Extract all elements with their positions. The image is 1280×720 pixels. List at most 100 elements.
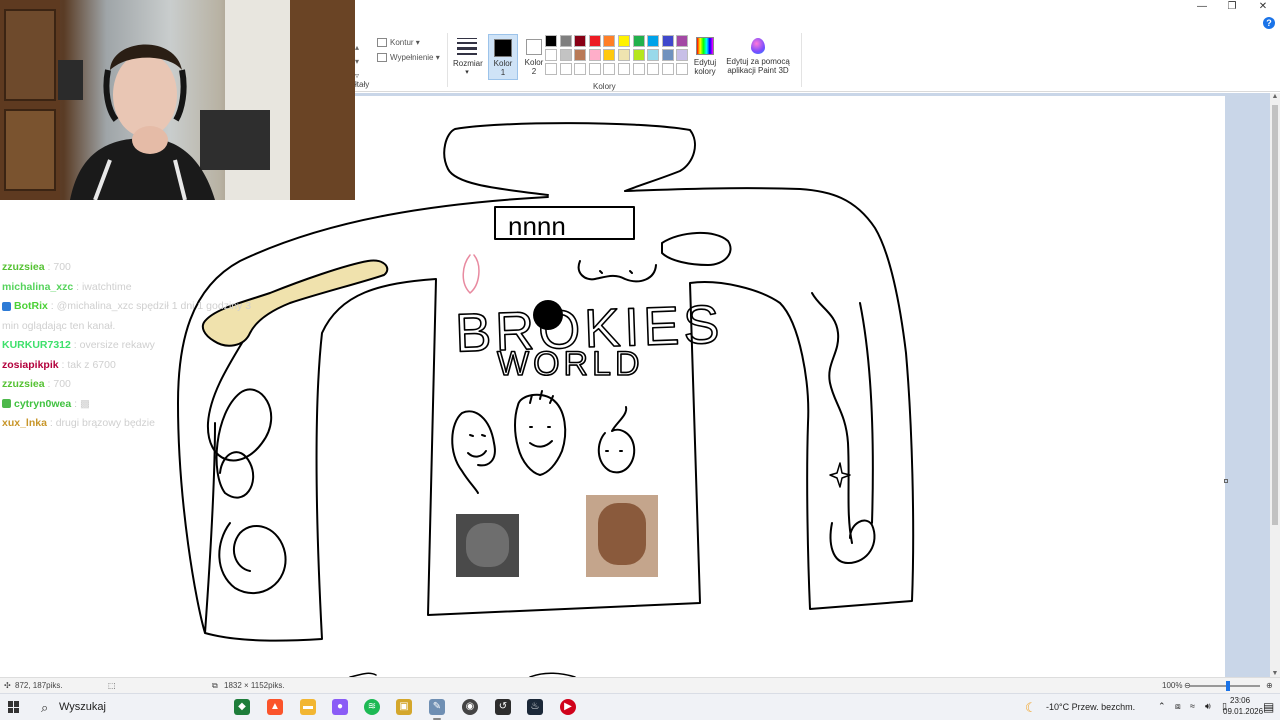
shape-scroll-arrows[interactable]: ▴ ▾ ▿ — [355, 41, 359, 83]
left-sleeve-swirl-2 — [218, 522, 287, 594]
weather-text[interactable]: -10°C Przew. bezchm. — [1046, 702, 1135, 712]
ribbon: Kontur ▾ Wypełnienie ▾ ▴ ▾ ▿ łtały Rozmiar… — [355, 30, 1280, 92]
chat-username[interactable]: zzuzsiea — [2, 378, 45, 390]
palette-color-swatch[interactable] — [676, 35, 689, 47]
zoom-in-icon[interactable]: ⊕ — [1266, 681, 1273, 690]
palette-color-swatch[interactable] — [603, 49, 616, 61]
close-button[interactable]: ✕ — [1248, 0, 1278, 14]
palette-color-swatch[interactable] — [676, 63, 689, 75]
palette-color-swatch[interactable] — [603, 35, 616, 47]
messenger-icon[interactable]: ● — [332, 699, 348, 715]
palette-color-swatch[interactable] — [588, 63, 601, 75]
app-icon-2[interactable]: ↺ — [495, 699, 511, 715]
edit-with-paint3d-button[interactable]: Edytuj za pomocą aplikacji Paint 3D — [723, 35, 793, 83]
size-button[interactable]: Rozmiar ▾ — [453, 35, 483, 83]
restore-button[interactable]: ❐ — [1217, 0, 1247, 14]
palette-color-swatch[interactable] — [588, 35, 601, 47]
palette-color-swatch[interactable] — [574, 63, 587, 75]
wifi-icon[interactable]: ≈ — [1190, 701, 1195, 711]
palette-color-swatch[interactable] — [588, 49, 601, 61]
volume-icon[interactable]: 🔊︎ — [1205, 701, 1211, 712]
scrollbar-thumb[interactable] — [1272, 105, 1278, 525]
chat-username[interactable]: cytryn0wea — [14, 398, 71, 410]
clock-date[interactable]: 09.01.2026 — [1223, 707, 1263, 716]
paint-app-icon[interactable]: ✎ — [429, 699, 445, 720]
palette-color-swatch[interactable] — [618, 63, 630, 75]
outline-dropdown[interactable]: Kontur ▾ — [377, 38, 420, 48]
chat-text: @michalina_xzc spędził 1 dni 1 godziny 3 — [56, 300, 252, 312]
chat-separator: : — [73, 280, 82, 293]
palette-color-swatch[interactable] — [559, 35, 572, 47]
palette-color-swatch[interactable] — [545, 63, 557, 75]
color-1-swatch — [494, 39, 512, 57]
app-icon[interactable]: ▣ — [396, 699, 412, 715]
brave-browser-icon[interactable]: ▲ — [267, 699, 283, 715]
spotify-icon[interactable]: ≋ — [364, 699, 380, 715]
edit-colors-button[interactable]: Edytuj kolory — [692, 35, 718, 83]
zoom-slider[interactable] — [1190, 681, 1260, 691]
palette-color-swatch[interactable] — [559, 63, 572, 75]
chat-text: oversize rekawy — [79, 339, 155, 351]
chat-separator: : — [70, 339, 80, 351]
palette-color-swatch[interactable] — [618, 49, 630, 61]
brand-dot — [533, 300, 563, 330]
divider — [801, 33, 802, 87]
weather-icon[interactable]: ☾ — [1025, 700, 1037, 716]
steam-icon[interactable]: ♨ — [527, 699, 543, 715]
pink-doodle — [462, 254, 480, 294]
system-tray: ☾ -10°C Przew. bezchm. ⌃ ⧈ ≈ 🔊︎ ▯ 23:06 … — [1020, 694, 1280, 720]
tray-overflow-icon[interactable]: ⌃ — [1158, 701, 1166, 712]
palette-color-swatch[interactable] — [661, 63, 674, 75]
taskbar-search[interactable]: ⌕ Wyszukaj — [35, 697, 215, 718]
chat-text: tak z 6700 — [67, 358, 116, 371]
chat-username[interactable]: xux_lnka — [2, 417, 47, 429]
color-2-button[interactable]: Kolor 2 — [520, 34, 548, 80]
file-explorer-icon[interactable]: ▬ — [300, 699, 316, 715]
scroll-down-icon[interactable]: ▼ — [1270, 670, 1280, 677]
palette-color-swatch[interactable] — [574, 49, 587, 61]
chat-username[interactable]: michalina_xzc — [2, 281, 73, 293]
palette-color-swatch[interactable] — [647, 63, 660, 75]
palette-color-swatch[interactable] — [574, 35, 587, 47]
scroll-up-icon[interactable]: ▲ — [1270, 93, 1280, 100]
chat-username[interactable]: zzuzsiea — [2, 261, 45, 273]
notifications-icon[interactable]: ▤ — [1263, 700, 1274, 714]
chat-username[interactable]: zosiapikpik — [2, 359, 59, 371]
chat-username[interactable]: KURKUR7312 — [2, 339, 71, 351]
palette-color-swatch[interactable] — [618, 35, 630, 47]
image-size-icon: ⧉ — [212, 681, 218, 690]
youtube-icon[interactable]: ▶ — [560, 699, 576, 715]
palette-color-swatch[interactable] — [603, 63, 616, 75]
top-face-doodle — [577, 260, 657, 283]
color-1-button[interactable]: Kolor 1 — [488, 34, 518, 80]
palette-color-swatch[interactable] — [545, 49, 557, 61]
palette-color-swatch[interactable] — [632, 49, 645, 61]
color-2-swatch — [526, 39, 542, 55]
chat-message: zzuzsiea : 700 — [2, 375, 302, 395]
windows-start-icon[interactable] — [8, 701, 20, 713]
clock-time[interactable]: 23:06 — [1230, 696, 1250, 705]
chat-message: min oglądając ten kanał. — [2, 317, 302, 337]
canvas-resize-handle[interactable] — [1224, 479, 1228, 483]
palette-color-swatch[interactable] — [661, 35, 674, 47]
image-size: 1832 × 1152piks. — [224, 681, 285, 690]
palette-color-swatch[interactable] — [647, 35, 660, 47]
palette-color-swatch[interactable] — [632, 35, 645, 47]
palette-color-swatch[interactable] — [661, 49, 674, 61]
palette-color-swatch[interactable] — [559, 49, 572, 61]
fill-dropdown[interactable]: Wypełnienie ▾ — [377, 53, 440, 63]
zoom-slider-knob[interactable] — [1226, 681, 1231, 691]
palette-color-swatch[interactable] — [676, 49, 689, 61]
minimize-button[interactable]: — — [1187, 0, 1217, 14]
selection-icon: ⬚ — [108, 681, 116, 690]
vertical-scrollbar[interactable]: ▲ ▼ — [1270, 93, 1280, 677]
obs-icon[interactable]: ◉ — [462, 699, 478, 715]
vpn-app-icon[interactable]: ◆ — [234, 699, 250, 715]
chat-username[interactable]: BotRix — [14, 300, 48, 312]
palette-color-swatch[interactable] — [647, 49, 660, 61]
brand-line-2: WORLD — [497, 345, 644, 383]
help-icon[interactable]: ? — [1263, 17, 1275, 29]
network-icon[interactable]: ⧈ — [1175, 701, 1181, 712]
palette-color-swatch[interactable] — [545, 35, 557, 47]
palette-color-swatch[interactable] — [632, 63, 645, 75]
